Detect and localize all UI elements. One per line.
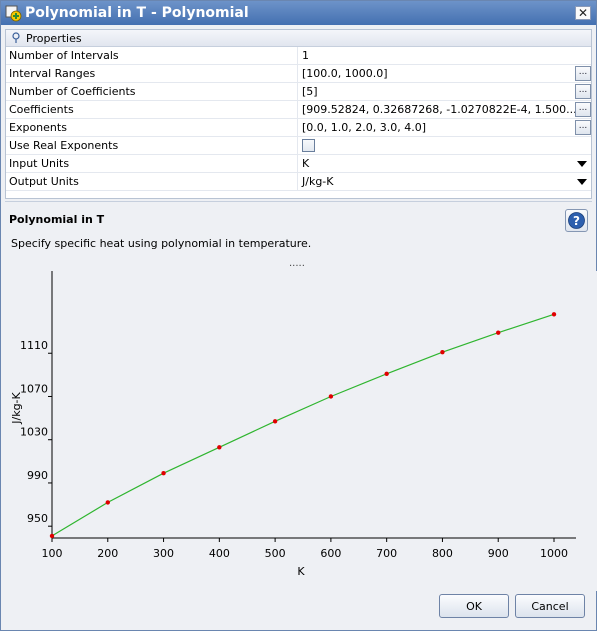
property-name: Exponents xyxy=(6,118,298,137)
y-tick-label: 1030 xyxy=(20,426,48,439)
property-name: Number of Coefficients xyxy=(6,82,298,101)
y-tick-label: 1070 xyxy=(20,382,48,395)
property-row-use-real-exponents[interactable]: Use Real Exponents xyxy=(6,136,591,155)
property-value: K xyxy=(302,156,310,170)
help-icon-glyph: ? xyxy=(573,214,580,228)
property-value[interactable]: 1 xyxy=(298,47,591,65)
data-point xyxy=(272,419,278,424)
property-value: [5] xyxy=(302,84,318,98)
property-value: [100.0, 1000.0] xyxy=(302,66,388,80)
chevron-down-icon[interactable] xyxy=(577,160,587,167)
property-name: Coefficients xyxy=(6,100,298,119)
title-bar[interactable]: Polynomial in T - Polynomial ✕ xyxy=(1,1,596,25)
property-row-exponents[interactable]: Exponents [0.0, 1.0, 2.0, 3.0, 4.0] ... xyxy=(6,118,591,137)
x-tick-label: 900 xyxy=(488,547,509,560)
property-name: Number of Intervals xyxy=(6,46,298,65)
x-tick-label: 500 xyxy=(265,547,286,560)
data-point xyxy=(496,330,501,335)
dialog-window: Polynomial in T - Polynomial ✕ Propertie… xyxy=(0,0,597,631)
data-point xyxy=(551,312,557,317)
close-icon: ✕ xyxy=(577,6,589,20)
y-tick-label: 990 xyxy=(27,469,48,482)
y-tick-label: 1110 xyxy=(20,339,48,352)
property-row-interval-ranges[interactable]: Interval Ranges [100.0, 1000.0] ... xyxy=(6,64,591,83)
properties-panel: Properties Number of Intervals 1 Interva… xyxy=(5,29,592,199)
property-row-output-units[interactable]: Output Units J/kg-K xyxy=(6,172,591,191)
y-axis-label: J/kg-K xyxy=(10,391,23,424)
properties-title: Properties xyxy=(26,31,82,45)
data-point xyxy=(328,394,334,399)
edit-coefficients-button[interactable]: ... xyxy=(575,101,591,117)
property-name: Output Units xyxy=(6,172,298,191)
edit-exponents-button[interactable]: ... xyxy=(575,119,591,135)
property-value-cell[interactable]: [5] ... xyxy=(298,83,591,101)
data-point xyxy=(105,500,110,505)
property-value: [0.0, 1.0, 2.0, 3.0, 4.0] xyxy=(302,120,427,134)
property-value-cell xyxy=(298,137,591,155)
help-title: Polynomial in T xyxy=(9,213,105,226)
property-name: Interval Ranges xyxy=(6,64,298,83)
properties-header[interactable]: Properties xyxy=(6,30,591,47)
property-name: Input Units xyxy=(6,154,298,173)
x-tick-label: 100 xyxy=(42,547,63,560)
pin-icon xyxy=(12,32,20,43)
ok-button[interactable]: OK xyxy=(439,594,509,618)
use-real-exponents-checkbox[interactable] xyxy=(302,138,315,152)
polynomial-app-icon xyxy=(5,5,22,22)
data-point xyxy=(217,445,222,450)
edit-number-of-coefficients-button[interactable]: ... xyxy=(575,83,591,99)
x-tick-label: 200 xyxy=(97,547,118,560)
property-value-cell[interactable]: [100.0, 1000.0] ... xyxy=(298,65,591,83)
chart-area: 100 200 300 400 500 600 700 800 900 1000 950 990 103… xyxy=(1,271,597,591)
property-value-cell[interactable]: [0.0, 1.0, 2.0, 3.0, 4.0] ... xyxy=(298,119,591,137)
data-point xyxy=(440,349,445,355)
polynomial-chart: 100 200 300 400 500 600 700 800 900 1000 950 990 103… xyxy=(10,271,576,578)
help-button[interactable]: ? xyxy=(565,209,588,232)
property-row-number-of-coefficients[interactable]: Number of Coefficients [5] ... xyxy=(6,82,591,101)
output-units-select[interactable]: J/kg-K xyxy=(298,173,591,191)
series-line xyxy=(51,313,555,537)
x-axis-label: K xyxy=(297,565,305,578)
x-tick-label: 600 xyxy=(320,547,341,560)
data-point xyxy=(384,371,389,376)
cancel-button[interactable]: Cancel xyxy=(515,594,585,618)
chevron-down-icon[interactable] xyxy=(577,178,587,185)
help-icon: ? xyxy=(568,212,585,229)
property-row-input-units[interactable]: Input Units K xyxy=(6,154,591,173)
x-tick-label: 1000 xyxy=(540,547,568,560)
input-units-select[interactable]: K xyxy=(298,155,591,173)
property-value: J/kg-K xyxy=(302,174,334,188)
x-tick-label: 400 xyxy=(209,547,230,560)
x-tick-label: 700 xyxy=(376,547,397,560)
edit-interval-ranges-button[interactable]: ... xyxy=(575,65,591,81)
x-tick-label: 800 xyxy=(432,547,453,560)
close-button[interactable]: ✕ xyxy=(575,6,591,20)
help-panel: Polynomial in T Specify specific heat us… xyxy=(5,201,592,264)
splitter-grip[interactable]: ····· xyxy=(289,262,305,272)
property-name: Use Real Exponents xyxy=(6,136,298,155)
property-value-cell[interactable]: [909.52824, 0.32687268, -1.0270822E-4, 1… xyxy=(298,101,591,119)
data-point xyxy=(161,471,166,476)
help-description: Specify specific heat using polynomial i… xyxy=(11,237,312,250)
data-point xyxy=(49,533,55,539)
y-tick-label: 950 xyxy=(27,512,48,525)
window-title: Polynomial in T - Polynomial xyxy=(25,5,249,21)
property-value: [909.52824, 0.32687268, -1.0270822E-4, 1… xyxy=(302,102,577,116)
property-row-coefficients[interactable]: Coefficients [909.52824, 0.32687268, -1.… xyxy=(6,100,591,119)
property-row-number-of-intervals[interactable]: Number of Intervals 1 xyxy=(6,46,591,65)
x-tick-label: 300 xyxy=(153,547,174,560)
